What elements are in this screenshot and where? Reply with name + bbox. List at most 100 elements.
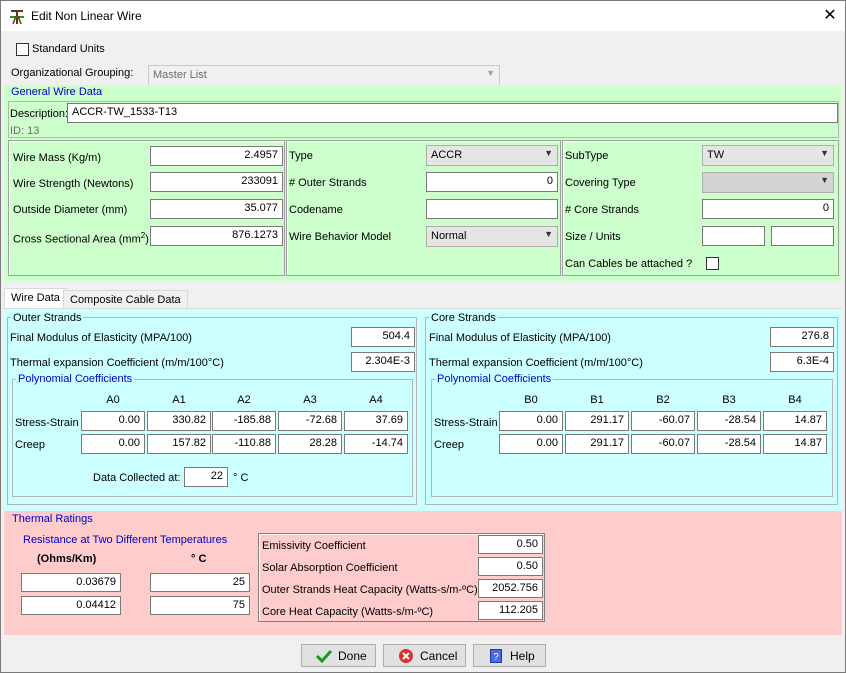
solar-absorption-label: Solar Absorption Coefficient [262,562,398,574]
org-grouping-select[interactable]: Master List ▼ [148,65,500,86]
outer-coef-cell[interactable]: -14.74 [344,434,408,454]
type-select[interactable]: ACCR ▼ [426,145,558,166]
general-wire-data-title: General Wire Data [11,86,103,98]
cables-attached-label: Can Cables be attached ? [565,258,693,270]
core-header-b2: B2 [656,394,670,406]
svg-text:?: ? [493,652,499,663]
behavior-label: Wire Behavior Model [289,231,392,243]
thermal-ratings-title: Thermal Ratings [12,513,93,525]
done-button[interactable]: Done [301,644,376,667]
close-button[interactable]: ✕ [819,5,841,27]
solar-absorption-input[interactable]: 0.50 [478,557,543,576]
covering-type-select[interactable]: ▼ [702,172,834,193]
core-header-b3: B3 [722,394,736,406]
outer-row-label: Stress-Strain [15,417,79,429]
cancel-label: Cancel [420,649,458,663]
outer-coef-cell[interactable]: -72.68 [278,411,342,431]
resistance-ohms-input[interactable]: 0.03679 [21,573,121,592]
outer-poly-title: Polynomial Coefficients [16,373,135,385]
outer-coef-cell[interactable]: 157.82 [147,434,211,454]
core-header-b4: B4 [788,394,802,406]
done-label: Done [338,649,367,663]
standard-units-checkbox[interactable] [16,43,29,56]
behavior-select[interactable]: Normal ▼ [426,226,558,247]
emissivity-input[interactable]: 0.50 [478,535,543,554]
core-coef-cell[interactable]: 14.87 [763,411,827,431]
codename-input[interactable] [426,199,558,219]
type-label: Type [289,150,313,162]
outside-diameter-input[interactable]: 35.077 [150,199,283,219]
units-input[interactable] [771,226,834,246]
cross-area-label-text: Cross Sectional Area (mm [13,233,141,246]
temp-header: ° C [191,553,207,565]
core-heat-capacity-input[interactable]: 112.205 [478,601,543,620]
core-heat-capacity-label: Core Heat Capacity (Watts-s/m-ºC) [262,606,434,618]
core-coef-cell[interactable]: -60.07 [631,411,695,431]
tab-composite-cable-data[interactable]: Composite Cable Data [63,290,188,310]
resistance-ohms-input[interactable]: 0.04412 [21,596,121,615]
outer-strands-input[interactable]: 0 [426,172,558,192]
core-coef-cell[interactable]: 291.17 [565,434,629,454]
cancel-button[interactable]: Cancel [383,644,466,667]
outer-coef-cell[interactable]: 28.28 [278,434,342,454]
cancel-icon [399,649,413,663]
covering-type-label: Covering Type [565,177,636,189]
resistance-temp-input[interactable]: 75 [150,596,250,615]
core-coef-cell[interactable]: -28.54 [697,434,761,454]
outer-heat-capacity-input[interactable]: 2052.756 [478,579,543,598]
core-strands-input[interactable]: 0 [702,199,834,219]
core-row-label: Stress-Strain [434,417,498,429]
core-coef-cell[interactable]: 0.00 [499,411,563,431]
outer-coef-cell[interactable]: 0.00 [81,411,145,431]
core-coef-cell[interactable]: 291.17 [565,411,629,431]
core-thermal-input[interactable]: 6.3E-4 [770,352,834,372]
core-coef-cell[interactable]: -60.07 [631,434,695,454]
wire-strength-label: Wire Strength (Newtons) [13,178,134,190]
ohms-header: (Ohms/Km) [37,553,97,565]
outer-header-a2: A2 [237,394,251,406]
resistance-temp-input[interactable]: 25 [150,573,250,592]
id-text: ID: 13 [10,125,40,137]
behavior-value: Normal [431,230,467,242]
outer-modulus-input[interactable]: 504.4 [351,327,415,347]
description-label: Description: [10,108,69,120]
checkmark-icon [316,649,332,664]
core-strands-label: # Core Strands [565,204,639,216]
type-value: ACCR [431,149,463,161]
subtype-label: SubType [565,150,609,162]
help-button[interactable]: ? Help [473,644,546,667]
tower-icon [10,10,24,24]
resistance-title: Resistance at Two Different Temperatures [23,534,228,546]
outer-header-a3: A3 [303,394,317,406]
core-row-label: Creep [434,439,464,451]
dialog-window: Edit Non Linear Wire ✕ Standard Units Or… [0,0,846,673]
org-grouping-label: Organizational Grouping: [11,67,134,79]
subtype-value: TW [707,149,725,161]
description-input[interactable]: ACCR-TW_1533-T13 [67,103,838,123]
outer-coef-cell[interactable]: 0.00 [81,434,145,454]
core-modulus-input[interactable]: 276.8 [770,327,834,347]
data-collected-input[interactable]: 22 [184,467,228,487]
core-header-b0: B0 [524,394,538,406]
outer-coef-cell[interactable]: 330.82 [147,411,211,431]
subtype-select[interactable]: TW ▼ [702,145,834,166]
core-coef-cell[interactable]: 14.87 [763,434,827,454]
core-coef-cell[interactable]: 0.00 [499,434,563,454]
cross-area-input[interactable]: 876.1273 [150,226,283,246]
core-coef-cell[interactable]: -28.54 [697,411,761,431]
outer-thermal-input[interactable]: 2.304E-3 [351,352,415,372]
wire-mass-label: Wire Mass (Kg/m) [13,152,101,164]
emissivity-label: Emissivity Coefficient [262,540,366,552]
size-units-label: Size / Units [565,231,621,243]
outer-coef-cell[interactable]: 37.69 [344,411,408,431]
size-input[interactable] [702,226,765,246]
outer-coef-cell[interactable]: -110.88 [212,434,276,454]
wire-mass-input[interactable]: 2.4957 [150,146,283,166]
data-collected-label: Data Collected at: [93,472,181,484]
outer-coef-cell[interactable]: -185.88 [212,411,276,431]
outer-header-a4: A4 [369,394,383,406]
cables-attached-checkbox[interactable] [706,257,719,270]
window-title: Edit Non Linear Wire [31,9,142,23]
wire-strength-input[interactable]: 233091 [150,172,283,192]
tab-wire-data[interactable]: Wire Data [4,288,67,309]
